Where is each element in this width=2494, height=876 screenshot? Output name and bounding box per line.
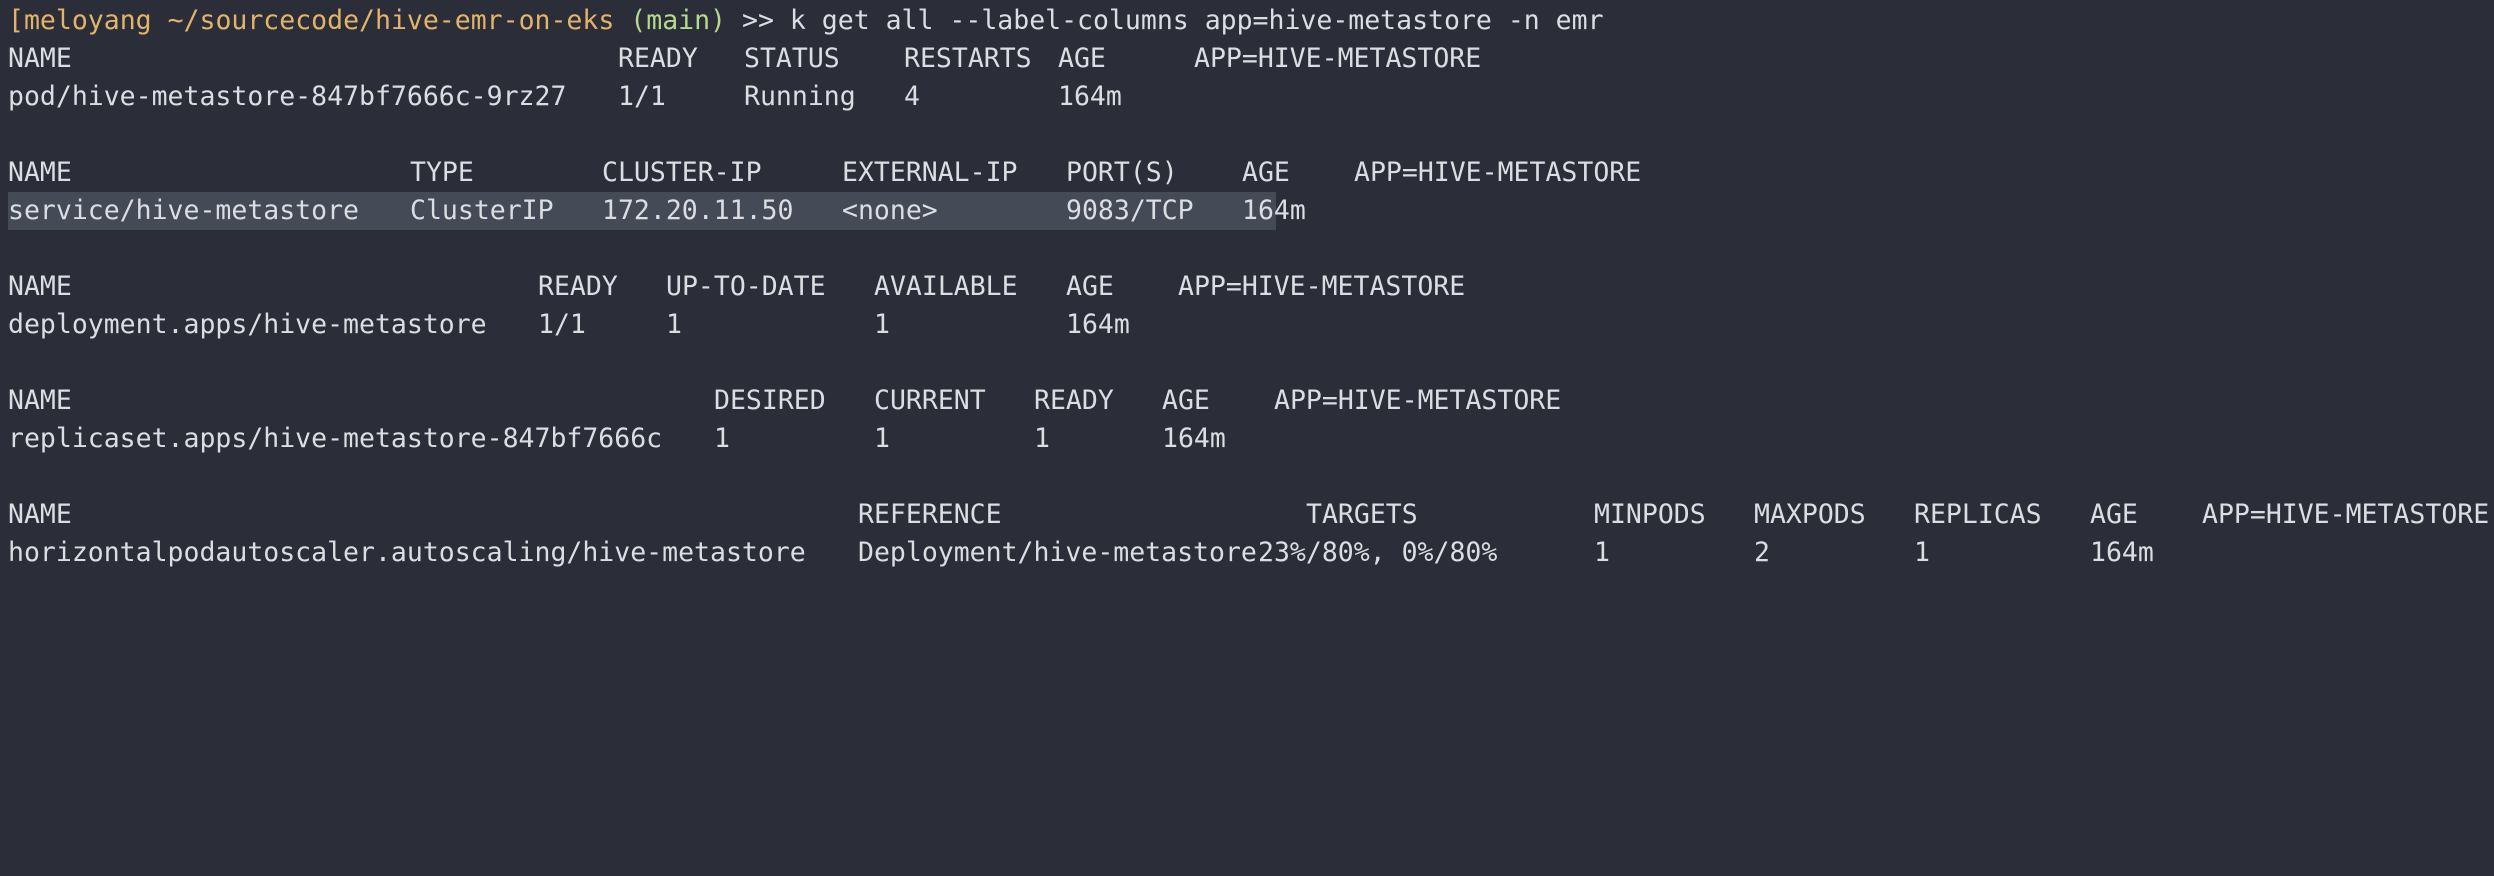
deployment-available: 1 <box>874 309 890 340</box>
replicasets-header-row: NAME DESIRED CURRENT READY AGE APP=HIVE-… <box>8 382 2488 420</box>
rs-col-app: APP=HIVE-METASTORE <box>1274 385 1562 416</box>
pod-row[interactable]: pod/hive-metastore-847bf7666c-9rz27 1/1 … <box>8 78 2488 116</box>
pods-col-name: NAME <box>8 43 72 74</box>
hpa-age: 164m <box>2090 537 2154 568</box>
services-header-row: NAME TYPE CLUSTER-IP EXTERNAL-IP PORT(S)… <box>8 154 2488 192</box>
pods-col-ready: READY <box>618 43 698 74</box>
service-type: ClusterIP <box>410 195 554 226</box>
deploy-col-age: AGE <box>1066 271 1114 302</box>
deployment-ready: 1/1 <box>538 309 586 340</box>
hpa-col-maxpods: MAXPODS <box>1754 499 1866 530</box>
pods-col-age: AGE <box>1058 43 1106 74</box>
pods-col-restarts: RESTARTS <box>904 43 1032 74</box>
hpa-reference: Deployment/hive-metastore <box>858 537 1257 568</box>
pods-col-status: STATUS <box>744 43 840 74</box>
deployment-row[interactable]: deployment.apps/hive-metastore 1/1 1 1 1… <box>8 306 2488 344</box>
prompt-arrow: >> <box>741 5 774 36</box>
hpa-col-name: NAME <box>8 499 72 530</box>
pod-ready: 1/1 <box>618 81 666 112</box>
prompt-line: [meloyang ~/sourcecode/hive-emr-on-eks (… <box>8 2 1604 40</box>
hpa-targets: 23%/80%, 0%/80% <box>1258 537 1498 568</box>
pod-status: Running <box>744 81 856 112</box>
hpa-maxpods: 2 <box>1754 537 1770 568</box>
prompt-path: ~/sourcecode/hive-emr-on-eks <box>167 5 615 36</box>
hpa-replicas: 1 <box>1914 537 1930 568</box>
terminal-window[interactable]: [meloyang ~/sourcecode/hive-emr-on-eks (… <box>0 0 2494 576</box>
cursor-bracket: [ <box>8 5 24 36</box>
replicaset-current: 1 <box>874 423 890 454</box>
rs-col-desired: DESIRED <box>714 385 826 416</box>
hpa-col-replicas: REPLICAS <box>1914 499 2042 530</box>
service-ports: 9083/TCP <box>1066 195 1194 226</box>
deployment-age: 164m <box>1066 309 1130 340</box>
deploy-col-available: AVAILABLE <box>874 271 1018 302</box>
service-external-ip: <none> <box>842 195 938 226</box>
replicaset-name: replicaset.apps/hive-metastore-847bf7666… <box>8 423 663 454</box>
pods-header-row: NAME READY STATUS RESTARTS AGE APP=HIVE-… <box>8 40 2488 78</box>
deploy-col-ready: READY <box>538 271 618 302</box>
rs-col-age: AGE <box>1162 385 1210 416</box>
deploy-col-name: NAME <box>8 271 72 302</box>
service-cluster-ip: 172.20.11.50 <box>602 195 794 226</box>
svc-col-cluster-ip: CLUSTER-IP <box>602 157 762 188</box>
replicaset-ready: 1 <box>1034 423 1050 454</box>
svc-col-name: NAME <box>8 157 72 188</box>
svc-col-ports: PORT(S) <box>1066 157 1178 188</box>
prompt-branch: (main) <box>630 5 727 36</box>
hpa-col-age: AGE <box>2090 499 2138 530</box>
deployment-up-to-date: 1 <box>666 309 682 340</box>
deploy-col-app: APP=HIVE-METASTORE <box>1178 271 1466 302</box>
pods-col-app: APP=HIVE-METASTORE <box>1194 43 1482 74</box>
replicaset-desired: 1 <box>714 423 730 454</box>
rs-col-name: NAME <box>8 385 72 416</box>
service-name: service/hive-metastore <box>8 195 359 226</box>
deploy-col-up-to-date: UP-TO-DATE <box>666 271 826 302</box>
rs-col-current: CURRENT <box>874 385 986 416</box>
hpa-col-app: APP=HIVE-METASTORE <box>2202 499 2490 530</box>
hpas-header-row: NAME REFERENCE TARGETS MINPODS MAXPODS R… <box>8 496 2490 534</box>
hpa-col-minpods: MINPODS <box>1594 499 1706 530</box>
svc-col-type: TYPE <box>410 157 474 188</box>
command-text: k get all --label-columns app=hive-metas… <box>789 5 1604 36</box>
deployments-header-row: NAME READY UP-TO-DATE AVAILABLE AGE APP=… <box>8 268 2488 306</box>
service-age: 164m <box>1242 195 1306 226</box>
svc-col-app: APP=HIVE-METASTORE <box>1354 157 1642 188</box>
hpa-col-targets: TARGETS <box>1306 499 1418 530</box>
deployment-name: deployment.apps/hive-metastore <box>8 309 487 340</box>
pod-age: 164m <box>1058 81 1122 112</box>
rs-col-ready: READY <box>1034 385 1114 416</box>
pod-restarts: 4 <box>904 81 920 112</box>
svc-col-age: AGE <box>1242 157 1290 188</box>
svc-col-external-ip: EXTERNAL-IP <box>842 157 1018 188</box>
pod-name: pod/hive-metastore-847bf7666c-9rz27 <box>8 81 567 112</box>
hpa-row[interactable]: horizontalpodautoscaler.autoscaling/hive… <box>8 534 2488 572</box>
hpa-col-reference: REFERENCE <box>858 499 1002 530</box>
replicaset-row[interactable]: replicaset.apps/hive-metastore-847bf7666… <box>8 420 2488 458</box>
service-row[interactable]: service/hive-metastore ClusterIP 172.20.… <box>8 192 2488 230</box>
hpa-minpods: 1 <box>1594 537 1610 568</box>
prompt-user: meloyang <box>23 5 152 36</box>
hpa-name: horizontalpodautoscaler.autoscaling/hive… <box>8 537 806 568</box>
replicaset-age: 164m <box>1162 423 1226 454</box>
